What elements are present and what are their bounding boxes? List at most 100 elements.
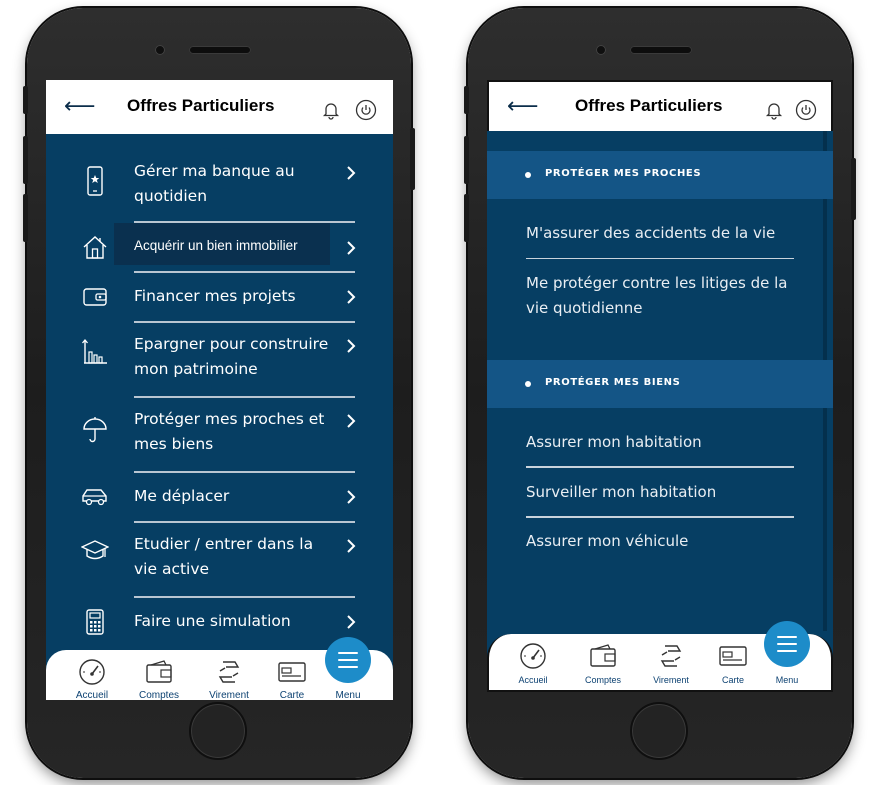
nav-label: Menu — [775, 675, 799, 685]
link-assurer-habitation[interactable]: Assurer mon habitation — [526, 430, 806, 455]
menu-button[interactable] — [325, 637, 371, 683]
menu-icon-bar — [777, 650, 797, 652]
power-side-button — [851, 158, 856, 220]
chevron-right-icon — [347, 539, 356, 553]
front-camera — [596, 45, 606, 55]
bar-chart-icon — [80, 337, 110, 367]
transfer-icon — [660, 645, 682, 667]
menu-item-banque[interactable]: Gérer ma banque au quotidien — [46, 134, 393, 223]
menu-item-label: Etudier / entrer dans la vie active — [134, 535, 314, 578]
arrow-left-icon[interactable]: ⟵ — [507, 96, 539, 118]
link-litiges[interactable]: Me protéger contre les litiges de la vie… — [526, 271, 806, 321]
card-icon — [719, 646, 747, 666]
chevron-right-icon — [347, 615, 356, 629]
bell-icon[interactable] — [764, 100, 784, 120]
calculator-icon — [80, 607, 110, 637]
nav-comptes[interactable]: Comptes — [571, 634, 635, 690]
menu-item-epargner[interactable]: Epargner pour construire mon patrimoine — [46, 322, 393, 398]
bell-icon[interactable] — [321, 100, 341, 120]
chevron-right-icon — [347, 339, 356, 353]
home-button[interactable] — [189, 702, 247, 760]
nav-label: Accueil — [518, 675, 548, 685]
chevron-right-icon — [347, 490, 356, 504]
speedometer-icon — [520, 643, 546, 669]
header: ⟵ Offres Particuliers — [487, 80, 833, 131]
menu-icon-bar — [777, 643, 797, 645]
menu-icon-bar — [338, 666, 358, 668]
volume-down-button — [23, 194, 28, 242]
arrow-left-icon[interactable]: ⟵ — [64, 96, 96, 118]
transfer-icon — [218, 661, 240, 683]
nav-virement[interactable]: Virement — [197, 650, 261, 700]
nav-label: Comptes — [138, 690, 179, 700]
speedometer-icon — [79, 659, 105, 685]
power-icon[interactable] — [355, 99, 377, 121]
home-button[interactable] — [630, 702, 688, 760]
section-title: PROTÉGER MES BIENS — [545, 377, 681, 388]
phone-left: ⟵ Offres Particuliers Gérer ma banque au… — [23, 8, 415, 778]
car-icon — [80, 482, 110, 512]
nav-accueil[interactable]: Accueil — [60, 650, 124, 700]
power-icon[interactable] — [795, 99, 817, 121]
menu-item-deplacer[interactable]: Me déplacer — [46, 472, 393, 523]
menu-item-label: Gérer ma banque au quotidien — [134, 162, 295, 205]
link-surveiller-habitation[interactable]: Surveiller mon habitation — [526, 480, 806, 505]
menu-item-label: Faire une simulation — [134, 612, 291, 630]
nav-comptes[interactable]: Comptes — [127, 650, 191, 700]
chevron-right-icon — [347, 290, 356, 304]
menu-item-label: Me déplacer — [134, 487, 230, 505]
menu-item-immobilier[interactable]: Acquérir un bien immobilier — [46, 222, 393, 273]
umbrella-icon — [80, 415, 110, 445]
menu-button[interactable] — [764, 621, 810, 667]
menu-item-label: Epargner pour construire mon patrimoine — [134, 335, 329, 378]
phone-right: ⟵ Offres Particuliers PROTÉGER MES PROCH… — [464, 8, 856, 778]
wallet-icon — [146, 660, 172, 683]
volume-up-button — [23, 136, 28, 184]
menu-item-etudier[interactable]: Etudier / entrer dans la vie active — [46, 522, 393, 598]
header: ⟵ Offres Particuliers — [46, 80, 393, 134]
nav-label: Virement — [209, 690, 249, 700]
nav-label: Carte — [279, 690, 305, 700]
wallet-icon — [80, 282, 110, 312]
screen: ⟵ Offres Particuliers Gérer ma banque au… — [46, 80, 393, 700]
nav-virement[interactable]: Virement — [639, 634, 703, 690]
chevron-right-icon — [347, 414, 356, 428]
volume-down-button — [464, 194, 469, 242]
section-header-biens: PROTÉGER MES BIENS — [487, 360, 833, 408]
bullet-dot — [525, 172, 531, 178]
menu-item-label: Financer mes projets — [134, 287, 296, 305]
earpiece-speaker — [630, 46, 692, 54]
mute-switch — [464, 86, 469, 114]
menu-item-financer[interactable]: Financer mes projets — [46, 272, 393, 323]
page-title: Offres Particuliers — [127, 96, 275, 115]
menu-icon-bar — [338, 659, 358, 661]
divider — [526, 258, 794, 259]
menu-icon-bar — [777, 636, 797, 638]
menu-icon-bar — [338, 652, 358, 654]
bullet-dot — [525, 381, 531, 387]
nav-label: Menu — [335, 690, 361, 700]
volume-up-button — [464, 136, 469, 184]
chevron-right-icon — [347, 166, 356, 180]
power-side-button — [410, 128, 415, 190]
nav-label: Comptes — [584, 675, 621, 685]
mute-switch — [23, 86, 28, 114]
house-icon — [80, 232, 110, 262]
divider — [526, 516, 794, 518]
nav-label: Virement — [653, 675, 689, 685]
smartphone-icon — [80, 166, 110, 196]
menu-item-proteger[interactable]: Protéger mes proches et mes biens — [46, 397, 393, 473]
chevron-right-icon — [347, 241, 356, 255]
nav-carte[interactable]: Carte — [260, 650, 324, 700]
screen: ⟵ Offres Particuliers PROTÉGER MES PROCH… — [487, 80, 833, 692]
menu-item-label: Protéger mes proches et mes biens — [134, 410, 325, 453]
link-assurer-vehicule[interactable]: Assurer mon véhicule — [526, 529, 806, 554]
link-accidents-vie[interactable]: M'assurer des accidents de la vie — [526, 221, 806, 246]
graduation-cap-icon — [80, 536, 110, 566]
nav-label: Accueil — [75, 690, 109, 700]
earpiece-speaker — [189, 46, 251, 54]
nav-accueil[interactable]: Accueil — [501, 634, 565, 690]
divider — [526, 466, 794, 468]
wallet-icon — [590, 644, 616, 667]
menu-item-label: Acquérir un bien immobilier — [134, 238, 298, 253]
